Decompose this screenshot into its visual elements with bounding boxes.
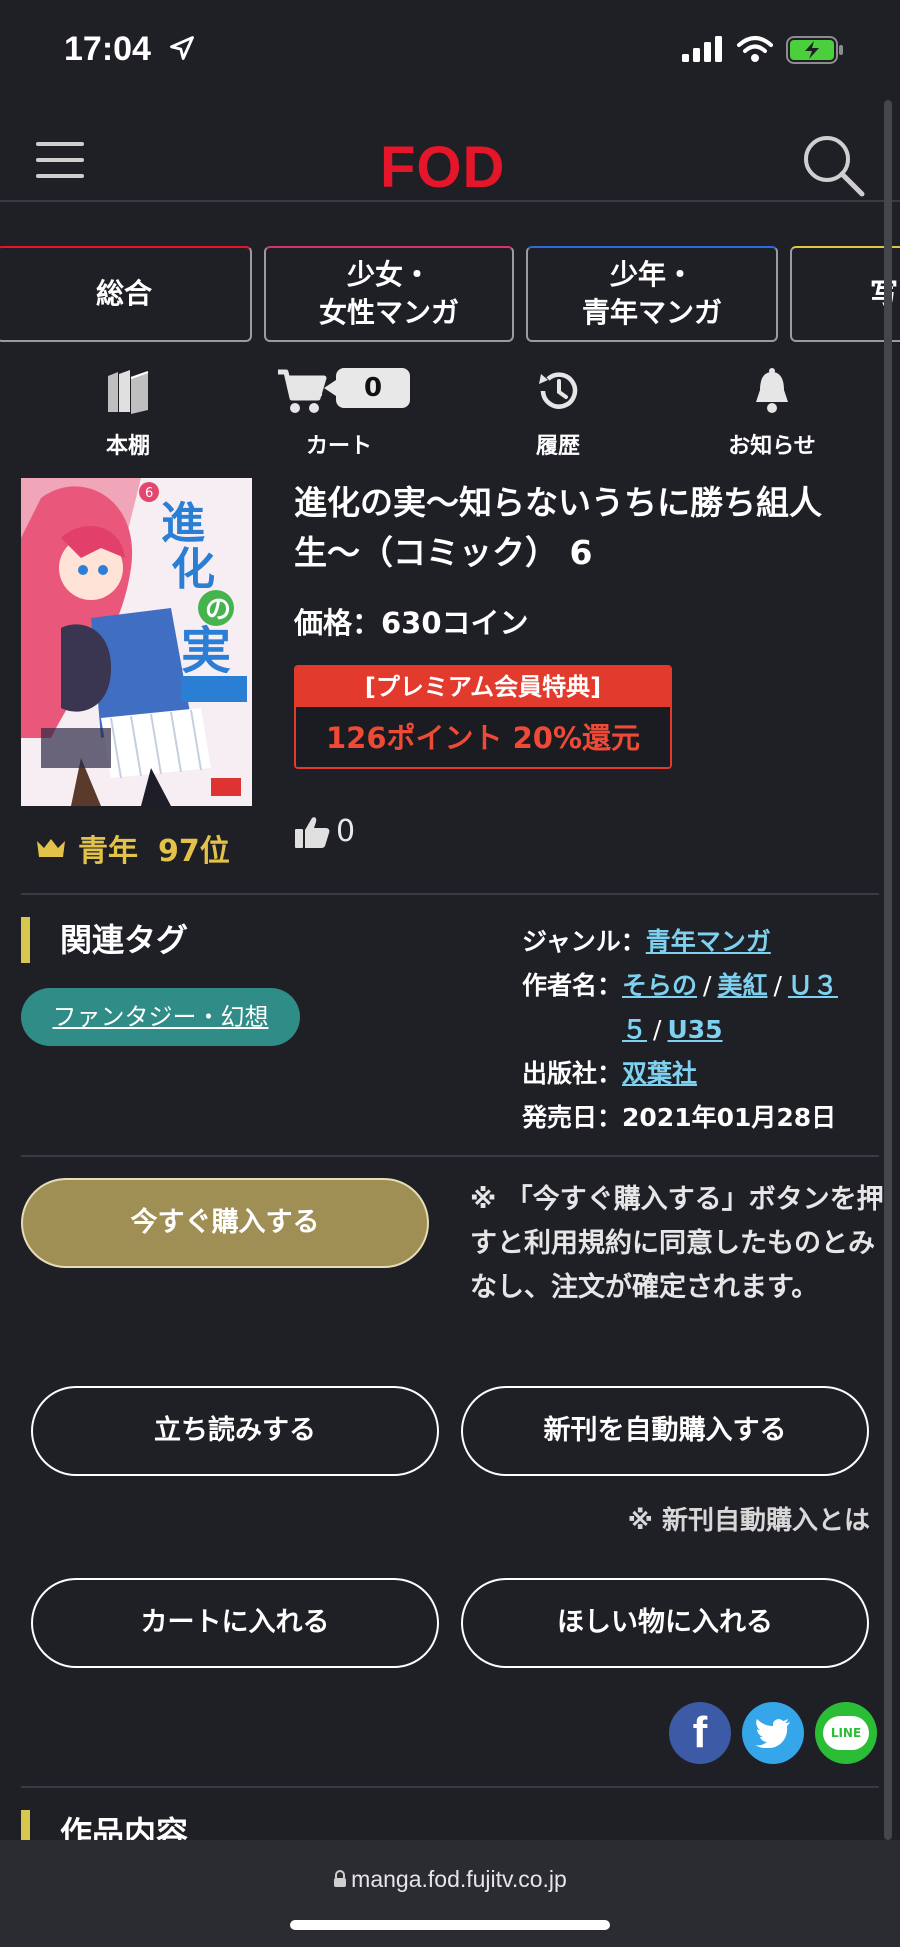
- svg-text:化: 化: [171, 544, 215, 595]
- meta-author-label: 作者名：: [522, 971, 623, 1000]
- facebook-share-icon[interactable]: f: [669, 1702, 731, 1764]
- svg-text:実: 実: [181, 622, 231, 680]
- meta-author-row: 作者名： そらの / 美紅 / Ｕ３５/U35: [522, 964, 882, 1052]
- browser-url-bar[interactable]: manga.fod.fujitv.co.jp: [0, 1840, 900, 1947]
- rank-position: 97位: [158, 834, 230, 869]
- purchase-notice: ※ 「今すぐ購入する」ボタンを押すと利用規約に同意したものとみなし、注文が確定さ…: [470, 1184, 884, 1303]
- quick-nav: 本棚 カート 履歴 お知らせ: [0, 364, 900, 460]
- tab-general[interactable]: 総合: [0, 246, 252, 342]
- author-link-u35[interactable]: U35: [667, 1015, 722, 1044]
- premium-benefit-points: 126ポイント 20%還元: [296, 707, 670, 767]
- search-icon[interactable]: [800, 132, 866, 198]
- premium-benefit-header: [プレミアム会員特典]: [296, 667, 670, 707]
- battery-charging-icon: [786, 36, 843, 64]
- divider: [21, 1155, 879, 1157]
- book-price: 価格：630コイン: [294, 606, 529, 640]
- tag-fantasy[interactable]: ファンタジー・幻想: [21, 988, 300, 1046]
- meta-release-row: 発売日： 2021年01月28日: [522, 1096, 882, 1140]
- nav-history-label: 履歴: [535, 434, 580, 459]
- ranking-badge[interactable]: 青年 97位: [36, 826, 230, 870]
- release-date: 2021年01月28日: [622, 1103, 837, 1132]
- author-link-miku[interactable]: 美紅: [717, 971, 767, 1000]
- cart-icon: [278, 369, 327, 413]
- svg-text:6: 6: [145, 486, 153, 501]
- auto-purchase-info-link[interactable]: ※ 新刊自動購入とは: [628, 1500, 870, 1537]
- meta-genre-label: ジャンル：: [522, 927, 646, 956]
- buy-now-button[interactable]: 今すぐ購入する: [21, 1178, 429, 1268]
- meta-release-label: 発売日：: [522, 1103, 623, 1132]
- signal-icon: [682, 36, 722, 62]
- book-cover-image[interactable]: 6 進 化 の 実: [21, 478, 252, 806]
- history-icon: [539, 372, 578, 409]
- meta-publisher-row: 出版社： 双葉社: [522, 1052, 882, 1096]
- status-time: 17:04: [64, 30, 151, 68]
- like-button[interactable]: 0: [294, 814, 355, 849]
- publisher-link[interactable]: 双葉社: [622, 1052, 697, 1096]
- thumbs-up-icon: [295, 816, 330, 848]
- cart-count-badge: 0: [324, 368, 410, 408]
- home-indicator: [290, 1920, 610, 1930]
- bookshelf-icon: [108, 370, 149, 414]
- auto-purchase-button[interactable]: 新刊を自動購入する: [461, 1386, 869, 1476]
- genre-link[interactable]: 青年マンガ: [646, 920, 771, 964]
- lock-icon: [334, 1870, 347, 1887]
- nav-bookshelf[interactable]: 本棚: [58, 364, 198, 460]
- rank-genre: 青年: [78, 834, 138, 869]
- line-share-icon[interactable]: LINE: [815, 1702, 877, 1764]
- nav-history[interactable]: 履歴: [488, 364, 628, 460]
- preview-button[interactable]: 立ち読みする: [31, 1386, 439, 1476]
- author-link-sorano[interactable]: そらの: [622, 971, 697, 1000]
- crown-icon: [37, 839, 65, 857]
- nav-notifications[interactable]: お知らせ: [702, 364, 842, 460]
- book-metadata: ジャンル： 青年マンガ 作者名： そらの / 美紅 / Ｕ３５/U35 出版社： 双葉社…: [522, 920, 882, 1140]
- divider: [21, 1786, 879, 1788]
- line-share-label: LINE: [823, 1716, 869, 1750]
- svg-text:進: 進: [161, 498, 205, 549]
- book-title: 進化の実〜知らないうちに勝ち組人生〜（コミック） 6: [294, 483, 822, 572]
- category-tabs: 総合 少女・ 女性マンガ 少年・ 青年マンガ 写: [0, 246, 900, 342]
- add-to-cart-button[interactable]: カートに入れる: [31, 1578, 439, 1668]
- app-header: FOD: [0, 110, 900, 202]
- location-icon: [170, 36, 194, 60]
- svg-text:の: の: [205, 595, 231, 625]
- status-bar: 17:04: [0, 0, 900, 100]
- wifi-icon: [737, 36, 773, 62]
- nav-notifications-label: お知らせ: [728, 434, 816, 459]
- wishlist-button[interactable]: ほしい物に入れる: [461, 1578, 869, 1668]
- premium-benefit-box: [プレミアム会員特典] 126ポイント 20%還元: [294, 665, 672, 769]
- nav-cart-label: カート: [306, 434, 373, 459]
- tab-shojo-josei[interactable]: 少女・ 女性マンガ: [264, 246, 514, 342]
- divider: [21, 893, 879, 895]
- bell-icon: [756, 368, 788, 413]
- like-count: 0: [336, 814, 356, 849]
- scrollbar[interactable]: [884, 100, 892, 1840]
- twitter-share-icon[interactable]: [742, 1702, 804, 1764]
- tab-shonen-seinen[interactable]: 少年・ 青年マンガ: [526, 246, 778, 342]
- url-text: manga.fod.fujitv.co.jp: [351, 1866, 567, 1892]
- related-tags-title: 関連タグ: [21, 917, 188, 963]
- meta-publisher-label: 出版社：: [522, 1059, 623, 1088]
- meta-genre-row: ジャンル： 青年マンガ: [522, 920, 882, 964]
- fod-logo[interactable]: FOD: [380, 134, 505, 201]
- menu-icon[interactable]: [36, 142, 84, 182]
- nav-bookshelf-label: 本棚: [105, 434, 150, 459]
